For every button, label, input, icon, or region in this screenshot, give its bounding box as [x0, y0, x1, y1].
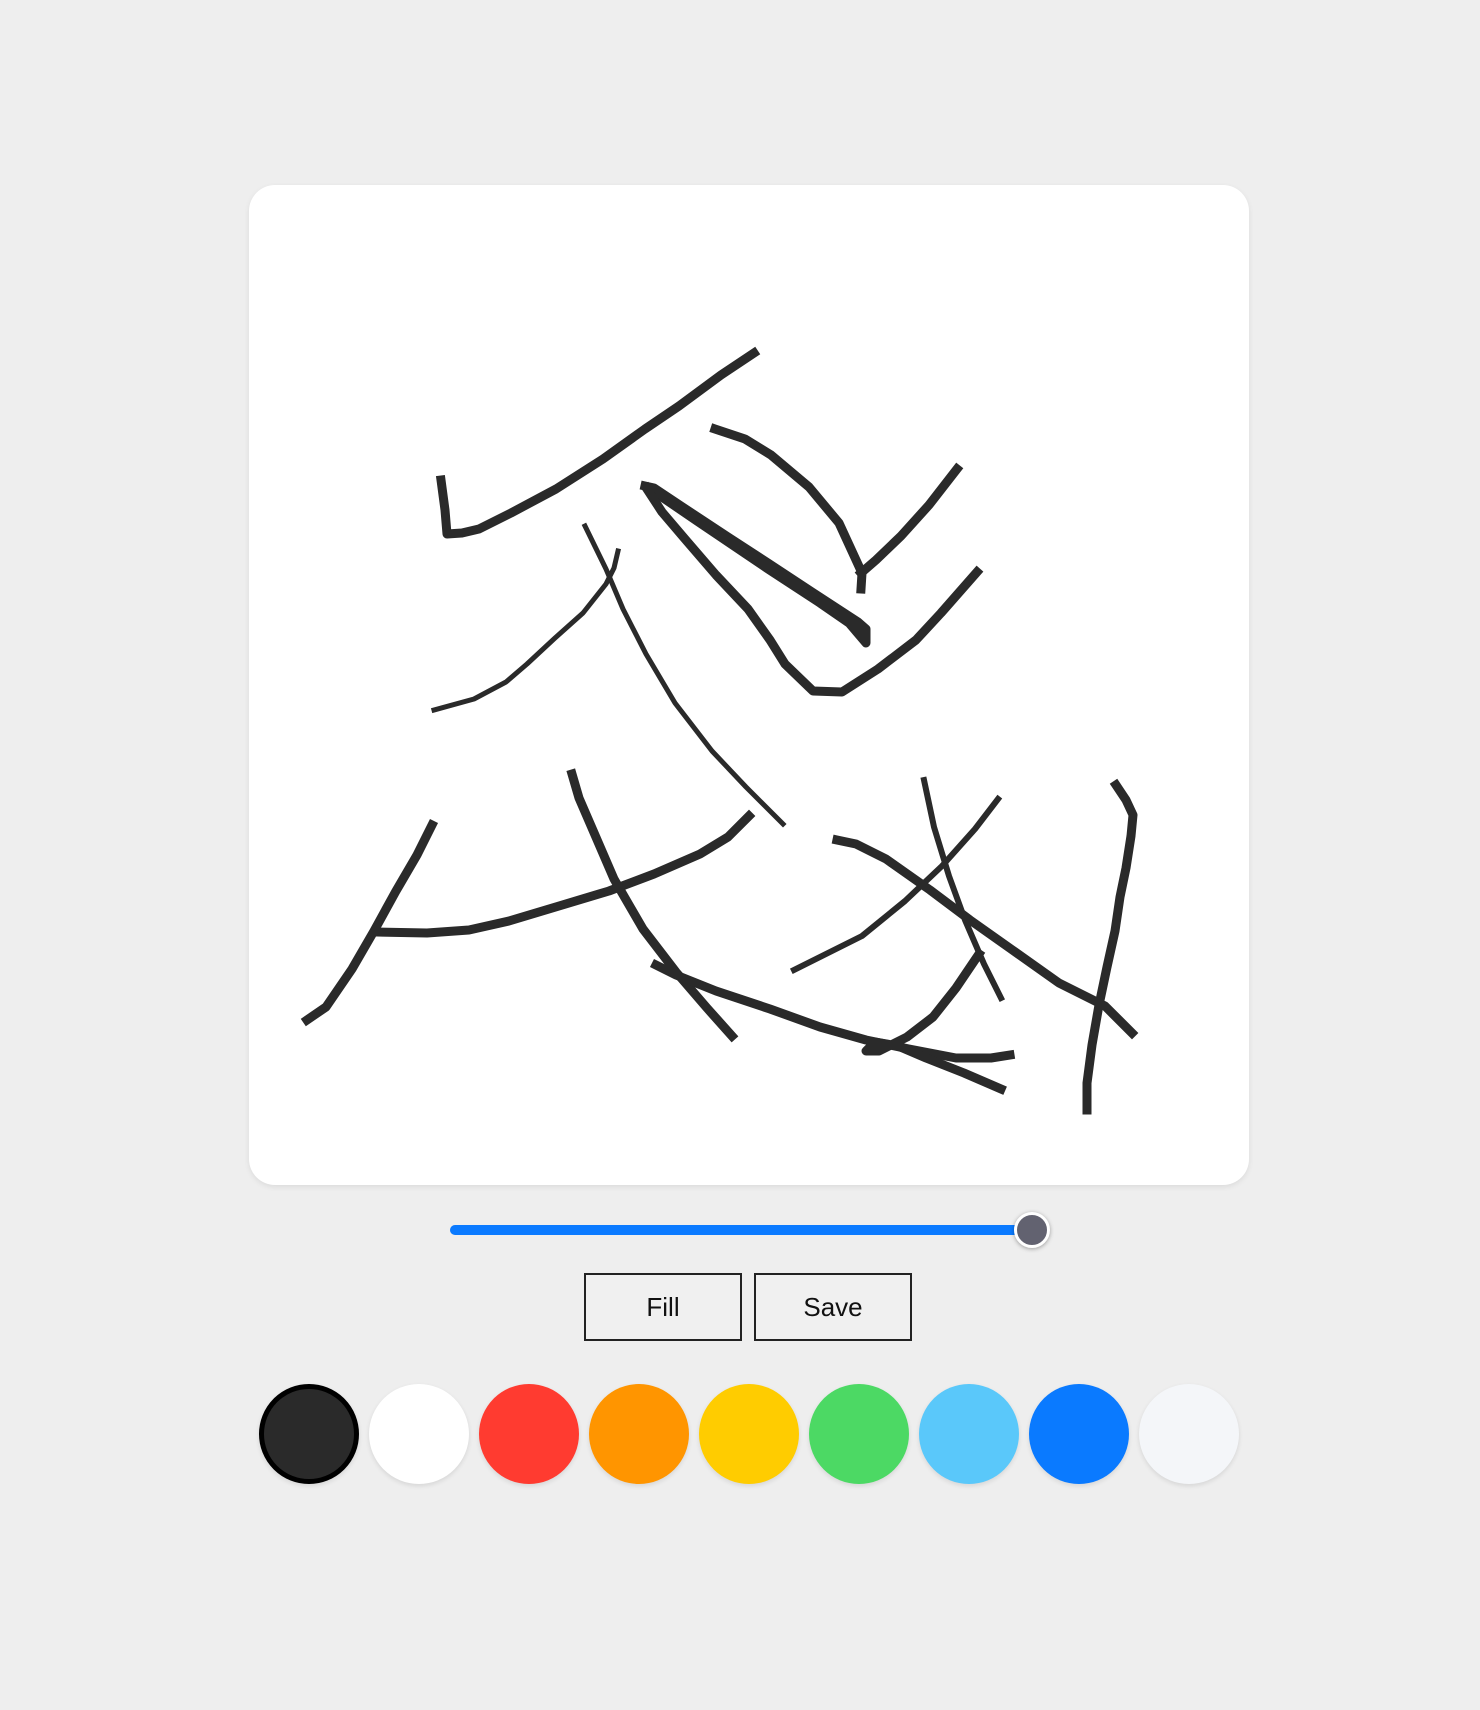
color-swatch-white[interactable]: [369, 1384, 469, 1484]
brush-stroke: [435, 346, 761, 539]
color-swatch-green[interactable]: [809, 1384, 909, 1484]
save-button[interactable]: Save: [754, 1273, 912, 1341]
brush-stroke: [566, 768, 739, 1043]
color-swatch-light-blue[interactable]: [919, 1384, 1019, 1484]
brush-stroke: [789, 794, 1003, 975]
slider-fill: [450, 1225, 1032, 1235]
slider-thumb[interactable]: [1014, 1212, 1050, 1248]
color-swatch-blue[interactable]: [1029, 1384, 1129, 1484]
brush-stroke: [861, 947, 1007, 1095]
color-swatch-red[interactable]: [479, 1384, 579, 1484]
drawing-strokes: [300, 346, 1139, 1115]
fill-button[interactable]: Fill: [584, 1273, 742, 1341]
brush-stroke: [831, 834, 1139, 1040]
brush-stroke: [430, 547, 622, 714]
color-swatch-off-white[interactable]: [1139, 1384, 1239, 1484]
color-swatch-orange[interactable]: [589, 1384, 689, 1484]
brush-size-slider[interactable]: [450, 1212, 1050, 1248]
drawing-canvas[interactable]: [249, 185, 1249, 1185]
brush-stroke: [854, 462, 964, 580]
brush-stroke: [709, 423, 867, 594]
color-palette: [259, 1384, 1239, 1484]
color-swatch-yellow[interactable]: [699, 1384, 799, 1484]
color-swatch-black[interactable]: [259, 1384, 359, 1484]
brush-stroke: [300, 818, 439, 1027]
brush-stroke: [1082, 778, 1138, 1115]
